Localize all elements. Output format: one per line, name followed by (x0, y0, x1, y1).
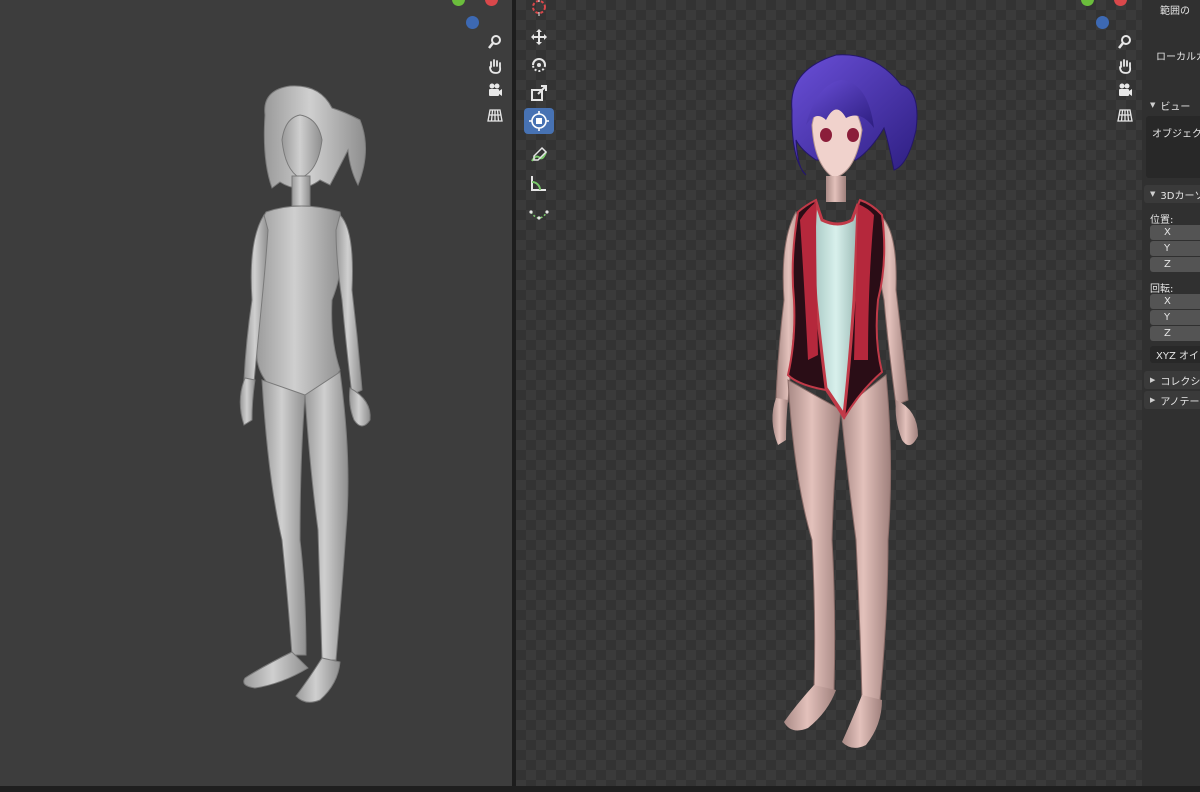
collapsed-triangle-icon: ▶ (1150, 376, 1156, 384)
textured-character-model (772, 54, 918, 748)
collection-section-label: コレクシ (1160, 376, 1200, 388)
location-x-field[interactable]: X (1150, 225, 1200, 240)
axis-label: X (1164, 227, 1171, 238)
location-y-field[interactable]: Y (1150, 241, 1200, 256)
object-label: オブジェクト (1152, 129, 1200, 140)
expand-triangle-icon: ▼ (1150, 101, 1156, 109)
range-label: 範囲の (1160, 6, 1190, 17)
cursor-section-header[interactable]: ▼ 3Dカーソ (1144, 185, 1200, 203)
grey-character-model (239, 85, 371, 703)
rotation-y-field[interactable]: Y (1150, 310, 1200, 325)
collapsed-triangle-icon: ▶ (1150, 396, 1156, 404)
cursor-section-label: 3Dカーソ (1160, 190, 1200, 202)
annotation-section-label: アノテー (1160, 396, 1200, 408)
side-properties-panel[interactable]: 範囲の ローカルカ ▼ ビュー オブジェクト ▼ 3Dカーソ 位置: X Y Z… (1142, 0, 1200, 786)
rotation-label: 回転: (1150, 284, 1174, 295)
expand-triangle-icon: ▼ (1150, 190, 1156, 198)
location-z-field[interactable]: Z (1150, 257, 1200, 272)
viewport-left[interactable] (0, 0, 512, 786)
local-camera-label: ローカルカ (1156, 52, 1200, 63)
view-section-header[interactable]: ▼ ビュー (1144, 96, 1200, 114)
status-bar (0, 786, 1200, 792)
rotation-z-field[interactable]: Z (1150, 326, 1200, 341)
view-section-label: ビュー (1160, 101, 1191, 113)
rotation-mode-select[interactable]: XYZ オイラ (1150, 346, 1200, 363)
axis-label: Z (1164, 328, 1171, 339)
axis-label: X (1164, 296, 1171, 307)
rotation-x-field[interactable]: X (1150, 294, 1200, 309)
axis-label: Z (1164, 259, 1171, 270)
collection-section-header[interactable]: ▶ コレクシ (1144, 371, 1200, 389)
location-label: 位置: (1150, 215, 1174, 226)
annotation-section-header[interactable]: ▶ アノテー (1144, 391, 1200, 409)
axis-label: Y (1164, 243, 1171, 254)
viewport-right[interactable] (516, 0, 1142, 786)
axis-label: Y (1164, 312, 1171, 323)
